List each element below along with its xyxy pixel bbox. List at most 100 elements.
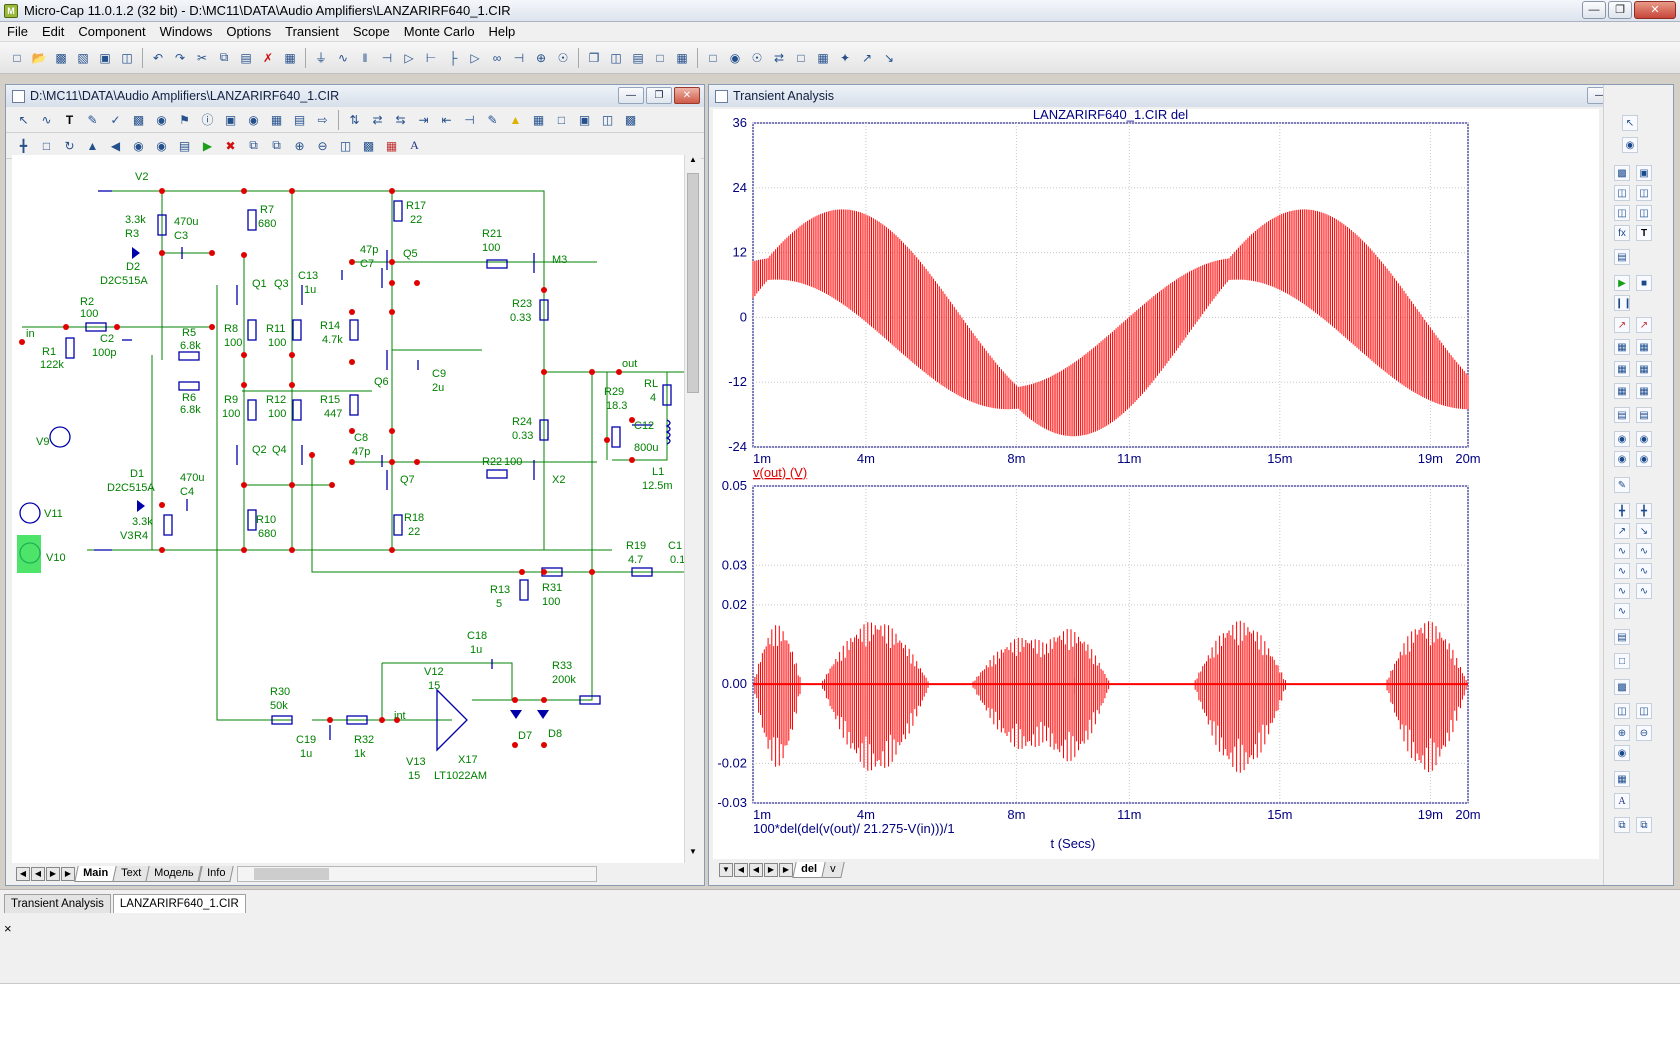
- page-icon[interactable]: □: [792, 49, 810, 67]
- last-page-icon[interactable]: ▶: [61, 867, 75, 881]
- label-R14[interactable]: R14: [320, 320, 340, 332]
- window-tab-transient[interactable]: Transient Analysis: [4, 894, 111, 913]
- window-icon[interactable]: □: [651, 49, 669, 67]
- resistor-icon[interactable]: ∿: [334, 49, 352, 67]
- print-preview-icon[interactable]: ▣: [96, 49, 114, 67]
- currents-icon[interactable]: ⇆: [392, 111, 409, 128]
- value-R15[interactable]: 447: [324, 408, 342, 420]
- label-R5[interactable]: R5: [182, 327, 196, 339]
- label-R21[interactable]: R21: [482, 228, 502, 240]
- model-X17[interactable]: LT1022AM: [434, 770, 487, 782]
- cursor-icon[interactable]: ↗: [1614, 317, 1630, 333]
- zoom-out-icon[interactable]: ⊖: [314, 137, 331, 154]
- slope2-icon[interactable]: ↘: [1636, 523, 1652, 539]
- diode-icon[interactable]: ▷: [400, 49, 418, 67]
- slope-icon[interactable]: ↗: [1614, 523, 1630, 539]
- globe-icon[interactable]: ☉: [748, 49, 766, 67]
- value-V13[interactable]: 15: [408, 770, 420, 782]
- value-C13[interactable]: 1u: [304, 284, 316, 296]
- label-C9[interactable]: C9: [432, 368, 446, 380]
- value-C12[interactable]: 800u: [634, 442, 658, 454]
- label-R31[interactable]: R31: [542, 582, 562, 594]
- analysis-last-icon[interactable]: ▶: [779, 863, 793, 877]
- font-icon[interactable]: A: [406, 137, 423, 154]
- analysis-dropdown-icon[interactable]: ▼: [719, 863, 733, 877]
- copy-data-icon[interactable]: ⧉: [1636, 817, 1652, 833]
- value-R22[interactable]: 100: [504, 456, 522, 468]
- label-V11[interactable]: V11: [44, 508, 63, 520]
- value-R18[interactable]: 22: [408, 526, 420, 538]
- label-L1[interactable]: L1: [652, 466, 664, 478]
- component-panel-icon[interactable]: □: [704, 49, 722, 67]
- value-C1[interactable]: 0.1: [670, 554, 684, 566]
- curve1-icon[interactable]: ∿: [1614, 543, 1630, 559]
- delete-icon[interactable]: ✗: [259, 49, 277, 67]
- label-C4[interactable]: C4: [180, 486, 194, 498]
- opamp-icon[interactable]: ▷: [466, 49, 484, 67]
- find-next-icon[interactable]: ◉: [153, 137, 170, 154]
- label-R6[interactable]: R6: [182, 392, 196, 404]
- curve2-icon[interactable]: ∿: [1636, 543, 1652, 559]
- label-R33[interactable]: R33: [552, 660, 572, 672]
- value-C4[interactable]: 470u: [180, 472, 204, 484]
- measure4-icon[interactable]: ◉: [1636, 451, 1652, 467]
- label-C18[interactable]: C18: [467, 630, 487, 642]
- value-R7[interactable]: 680: [258, 218, 276, 230]
- menu-scope[interactable]: Scope: [346, 24, 397, 39]
- picture-icon[interactable]: ▩: [130, 111, 147, 128]
- plot-props-icon[interactable]: ▦: [1614, 339, 1630, 355]
- label-Q5[interactable]: Q5: [403, 248, 418, 260]
- value-L1[interactable]: 12.5m: [642, 480, 673, 492]
- page-setup-icon[interactable]: ▩: [622, 111, 639, 128]
- label-R12[interactable]: R12: [266, 394, 286, 406]
- value-R8[interactable]: 100: [224, 337, 242, 349]
- color-icon[interactable]: ▦: [383, 137, 400, 154]
- copy-block-icon[interactable]: ⧉: [245, 137, 262, 154]
- font-plot-icon[interactable]: A: [1614, 793, 1630, 809]
- value-R2[interactable]: 100: [80, 308, 98, 320]
- value-R14[interactable]: 4.7k: [322, 334, 343, 346]
- label-out[interactable]: out: [622, 358, 637, 370]
- label-int[interactable]: int: [394, 710, 406, 722]
- menu-windows[interactable]: Windows: [153, 24, 220, 39]
- command-close-icon[interactable]: ×: [4, 921, 12, 936]
- close-button[interactable]: ✕: [1634, 1, 1676, 19]
- label-X2[interactable]: X2: [552, 474, 565, 486]
- cursor2-icon[interactable]: ↗: [1636, 317, 1652, 333]
- pin-connections-icon[interactable]: ⊣: [461, 111, 478, 128]
- schematic-close-button[interactable]: ✕: [674, 87, 700, 104]
- value-R24[interactable]: 0.33: [512, 430, 533, 442]
- zoom-window-icon[interactable]: ◫: [599, 111, 616, 128]
- node-voltages-icon[interactable]: ⇄: [369, 111, 386, 128]
- label-C13[interactable]: C13: [298, 270, 318, 282]
- value-R13[interactable]: 5: [496, 598, 502, 610]
- label-R8[interactable]: R8: [224, 323, 238, 335]
- tab-text[interactable]: Text: [112, 866, 150, 882]
- capacitor-icon[interactable]: ‖: [356, 49, 374, 67]
- tab-model[interactable]: Модель: [145, 866, 203, 882]
- label-C8[interactable]: C8: [354, 432, 368, 444]
- value-R17[interactable]: 22: [410, 214, 422, 226]
- analysis-first-icon[interactable]: ◀: [734, 863, 748, 877]
- label-C1[interactable]: C1: [668, 540, 682, 552]
- label-R13[interactable]: R13: [490, 584, 510, 596]
- probe-icon[interactable]: ☉: [554, 49, 572, 67]
- table1-icon[interactable]: ▦: [1614, 361, 1630, 377]
- menu-file[interactable]: File: [0, 24, 35, 39]
- table3-icon[interactable]: ▦: [1614, 383, 1630, 399]
- model-D2[interactable]: D2C515A: [100, 275, 148, 287]
- value-C9[interactable]: 2u: [432, 382, 444, 394]
- properties-icon[interactable]: ▦: [814, 49, 832, 67]
- value-C18[interactable]: 1u: [470, 644, 482, 656]
- rotate-icon[interactable]: ↻: [61, 137, 78, 154]
- model-icon[interactable]: ◉: [726, 49, 744, 67]
- redo-icon[interactable]: ↷: [171, 49, 189, 67]
- value-R32[interactable]: 1k: [354, 748, 366, 760]
- label-R17[interactable]: R17: [406, 200, 426, 212]
- copy-icon[interactable]: ⧉: [215, 49, 233, 67]
- label-V10[interactable]: V10: [46, 552, 66, 564]
- label-R10[interactable]: R10: [256, 514, 276, 526]
- print-icon[interactable]: ◫: [118, 49, 136, 67]
- mirror-icon[interactable]: ▲: [84, 137, 101, 154]
- export-icon[interactable]: ⇨: [314, 111, 331, 128]
